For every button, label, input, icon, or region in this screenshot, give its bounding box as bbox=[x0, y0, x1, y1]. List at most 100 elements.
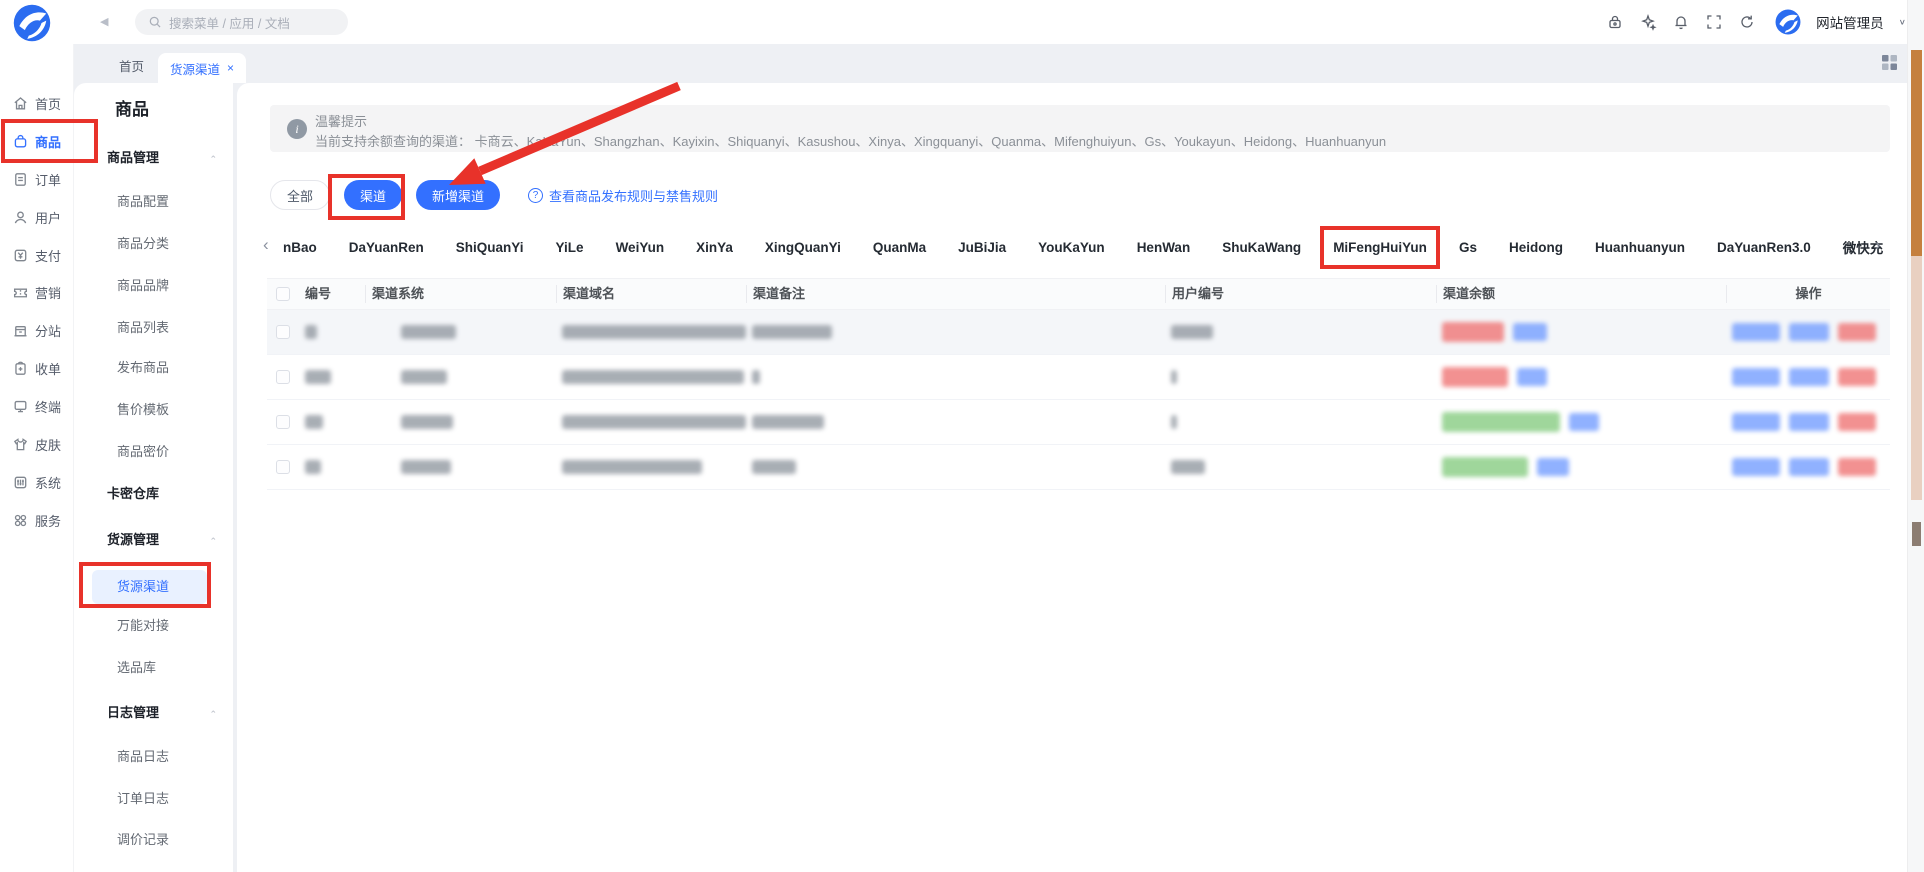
tab-supply-channel[interactable]: 货源渠道 × bbox=[158, 53, 246, 83]
row-checkbox[interactable] bbox=[276, 325, 290, 339]
redacted-chip[interactable] bbox=[1789, 368, 1829, 386]
order-icon bbox=[12, 171, 29, 188]
channel-tab[interactable]: QuanMa bbox=[873, 240, 926, 255]
redacted-chip[interactable] bbox=[1789, 458, 1829, 476]
channel-tab[interactable]: Heidong bbox=[1509, 240, 1563, 255]
chevron-right-icon[interactable]: › bbox=[1875, 235, 1881, 255]
user-avatar[interactable] bbox=[1775, 9, 1801, 35]
channel-tab[interactable]: ShiQuanYi bbox=[456, 240, 524, 255]
sidebar-item-orders[interactable]: 订单 bbox=[0, 160, 74, 198]
magic-star-icon[interactable] bbox=[1639, 13, 1657, 31]
channel-tab[interactable]: DaYuanRen bbox=[349, 240, 424, 255]
channel-tab[interactable]: ShuKaWang bbox=[1222, 240, 1301, 255]
menu-group-supply-management[interactable]: 货源管理⌃ bbox=[107, 530, 217, 550]
col-header-user-id: 用户编号 bbox=[1165, 285, 1436, 303]
search-input[interactable]: 搜索菜单 / 应用 / 文档 bbox=[135, 9, 348, 35]
menu-item-supply-channel[interactable]: 货源渠道 bbox=[92, 570, 207, 604]
sidebar-item-home[interactable]: 首页 bbox=[0, 84, 74, 122]
menu-group-product-management[interactable]: 商品管理⌃ bbox=[107, 148, 217, 168]
menu-item-price-template[interactable]: 售价模板 bbox=[117, 400, 169, 420]
scrollbar-thumb[interactable] bbox=[1912, 522, 1921, 546]
menu-item-price-adjust-log[interactable]: 调价记录 bbox=[117, 830, 169, 850]
channel-tab[interactable]: DaYuanRen3.0 bbox=[1717, 240, 1811, 255]
page-scrollbar[interactable] bbox=[1907, 0, 1924, 872]
col-header-id: 编号 bbox=[299, 285, 365, 303]
row-checkbox[interactable] bbox=[276, 415, 290, 429]
home-icon bbox=[12, 95, 29, 112]
sidebar-item-products[interactable]: 商品 bbox=[0, 122, 74, 160]
close-icon[interactable]: × bbox=[227, 62, 234, 74]
menu-item-product-list[interactable]: 商品列表 bbox=[117, 318, 169, 338]
redacted-chip[interactable] bbox=[1838, 368, 1876, 386]
app-window: ◀ 搜索菜单 / 应用 / 文档 bbox=[0, 0, 1924, 872]
sidebar-item-receipts[interactable]: 收单 bbox=[0, 349, 74, 387]
select-all-checkbox[interactable] bbox=[276, 287, 290, 301]
user-icon bbox=[12, 209, 29, 226]
chevron-down-icon[interactable]: ∨ bbox=[1899, 18, 1906, 27]
sidebar-item-marketing[interactable]: 营销 bbox=[0, 273, 74, 311]
redacted-chip[interactable] bbox=[1838, 458, 1876, 476]
redacted-chip[interactable] bbox=[1789, 413, 1829, 431]
sidebar-collapse-icon[interactable]: ◀ bbox=[100, 15, 108, 28]
scrollbar-thumb[interactable] bbox=[1911, 50, 1922, 256]
grid-layout-icon[interactable] bbox=[1881, 54, 1898, 71]
redacted-text bbox=[305, 460, 321, 474]
redacted-text bbox=[752, 460, 796, 474]
menu-item-universal-docking[interactable]: 万能对接 bbox=[117, 616, 169, 636]
redacted-chip[interactable] bbox=[1732, 458, 1780, 476]
redacted-chip[interactable] bbox=[1789, 323, 1829, 341]
sidebar-item-substation[interactable]: 分站 bbox=[0, 311, 74, 349]
menu-group-card-warehouse[interactable]: 卡密仓库 bbox=[107, 484, 217, 504]
refresh-icon[interactable] bbox=[1738, 13, 1756, 31]
sidebar-item-system[interactable]: 系统 bbox=[0, 463, 74, 501]
menu-item-product-config[interactable]: 商品配置 bbox=[117, 192, 169, 212]
redacted-chip[interactable] bbox=[1732, 413, 1780, 431]
menu-item-product-brand[interactable]: 商品品牌 bbox=[117, 276, 169, 296]
row-checkbox[interactable] bbox=[276, 370, 290, 384]
sidebar-item-skin[interactable]: 皮肤 bbox=[0, 425, 74, 463]
sidebar-item-users[interactable]: 用户 bbox=[0, 198, 74, 236]
menu-item-order-log[interactable]: 订单日志 bbox=[117, 789, 169, 809]
redacted-text bbox=[305, 415, 323, 429]
bell-icon[interactable] bbox=[1672, 13, 1690, 31]
channel-tab[interactable]: YiLe bbox=[556, 240, 584, 255]
redacted-chip[interactable] bbox=[1838, 413, 1876, 431]
channel-tab[interactable]: WeiYun bbox=[616, 240, 665, 255]
channel-tab[interactable]: JuBiJia bbox=[958, 240, 1006, 255]
redacted-chip[interactable] bbox=[1732, 368, 1780, 386]
channel-tab-mifenghuiyun[interactable]: MiFengHuiYun bbox=[1333, 240, 1427, 255]
menu-item-selection-library[interactable]: 选品库 bbox=[117, 658, 156, 678]
channel-tab-bar: ‹ nBao DaYuanRen ShiQuanYi YiLe WeiYun X… bbox=[237, 231, 1907, 263]
col-header-system: 渠道系统 bbox=[365, 285, 556, 303]
sidebar-item-services[interactable]: 服务 bbox=[0, 501, 74, 539]
channel-tab[interactable]: HenWan bbox=[1137, 240, 1191, 255]
lock-icon[interactable] bbox=[1606, 13, 1624, 31]
redacted-text bbox=[401, 415, 453, 429]
menu-item-product-log[interactable]: 商品日志 bbox=[117, 747, 169, 767]
menu-group-log-management[interactable]: 日志管理⌃ bbox=[107, 703, 217, 723]
tab-home[interactable]: 首页 bbox=[119, 56, 144, 75]
sidebar-item-payment[interactable]: 支付 bbox=[0, 236, 74, 274]
sidebar-item-terminal[interactable]: 终端 bbox=[0, 387, 74, 425]
redacted-chip[interactable] bbox=[1732, 323, 1780, 341]
row-checkbox[interactable] bbox=[276, 460, 290, 474]
rules-link[interactable]: ? 查看商品发布规则与禁售规则 bbox=[528, 186, 718, 205]
menu-item-secret-price[interactable]: 商品密价 bbox=[117, 442, 169, 462]
search-placeholder: 搜索菜单 / 应用 / 文档 bbox=[169, 13, 290, 32]
redacted-chip[interactable] bbox=[1838, 323, 1876, 341]
user-name[interactable]: 网站管理员 bbox=[1816, 12, 1884, 32]
channel-tab[interactable]: nBao bbox=[283, 240, 317, 255]
menu-item-product-category[interactable]: 商品分类 bbox=[117, 234, 169, 254]
channel-tab[interactable]: Gs bbox=[1459, 240, 1477, 255]
scrollbar-thumb[interactable] bbox=[1911, 256, 1922, 500]
chevron-left-icon[interactable]: ‹ bbox=[263, 235, 269, 255]
menu-item-publish-product[interactable]: 发布商品 bbox=[117, 358, 169, 378]
channel-tab[interactable]: YouKaYun bbox=[1038, 240, 1105, 255]
channel-tab[interactable]: XinYa bbox=[696, 240, 733, 255]
filter-channel-button[interactable]: 渠道 bbox=[344, 180, 402, 210]
channel-tab[interactable]: XingQuanYi bbox=[765, 240, 841, 255]
add-channel-button[interactable]: 新增渠道 bbox=[416, 180, 500, 210]
fullscreen-icon[interactable] bbox=[1705, 13, 1723, 31]
filter-all-button[interactable]: 全部 bbox=[270, 180, 330, 210]
channel-tab[interactable]: Huanhuanyun bbox=[1595, 240, 1685, 255]
